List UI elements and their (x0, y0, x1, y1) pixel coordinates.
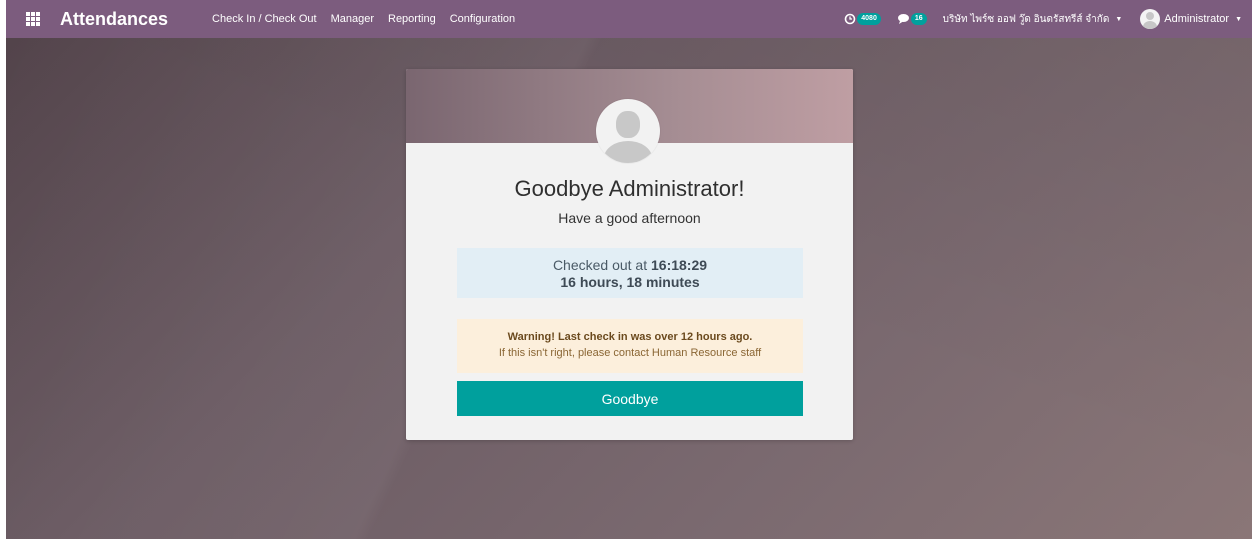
user-menu[interactable]: Administrator ▼ (1140, 9, 1242, 29)
warning-title: Warning! Last check in was over 12 hours… (507, 331, 753, 343)
attendance-app: Attendances Check In / Check Out Manager… (6, 0, 1252, 539)
menu-check-in-out[interactable]: Check In / Check Out (212, 13, 317, 25)
checkout-prefix: Checked out at (552, 257, 648, 273)
caret-down-icon: ▼ (1115, 15, 1123, 23)
greeting-subtitle: Have a good afternoon (558, 210, 701, 226)
activity-menu[interactable]: 4080 (844, 13, 881, 25)
menu-manager[interactable]: Manager (331, 13, 374, 25)
activity-count-badge: 4080 (857, 13, 881, 25)
menu-reporting[interactable]: Reporting (388, 13, 436, 25)
menu-configuration[interactable]: Configuration (450, 13, 515, 25)
chat-bubble-icon (897, 14, 909, 24)
company-switcher[interactable]: บริษัท ไพร์ซ ออฟ วู๊ด อินดรัสทรีส์ จำกัด… (943, 12, 1123, 27)
user-name: Administrator (1164, 13, 1230, 25)
warning-alert: Warning! Last check in was over 12 hours… (457, 319, 803, 373)
user-avatar-icon (1140, 9, 1161, 29)
warning-text: If this isn't right, please contact Huma… (498, 347, 762, 359)
greeting-title: Goodbye Administrator! (514, 176, 745, 201)
apps-grid-icon[interactable] (26, 12, 40, 26)
employee-avatar-icon (596, 99, 660, 163)
navbar-systray: 4080 16 บริษัท ไพร์ซ ออฟ วู๊ด อินดรัสทรี… (844, 0, 1252, 38)
checkout-info: Checked out at 16:18:29 16 hours, 18 min… (457, 248, 803, 298)
clock-activity-icon (844, 13, 856, 25)
messages-menu[interactable]: 16 (897, 13, 927, 25)
checkout-time-line: Checked out at 16:18:29 (457, 257, 803, 274)
checkout-time: 16:18:29 (651, 257, 708, 273)
message-count-badge: 16 (910, 13, 927, 25)
goodbye-button[interactable]: Goodbye (457, 381, 803, 416)
caret-down-icon: ▼ (1235, 15, 1242, 23)
top-navbar: Attendances Check In / Check Out Manager… (6, 0, 1252, 38)
greeting-card: Goodbye Administrator! Have a good after… (406, 69, 853, 440)
app-title[interactable]: Attendances (60, 9, 168, 30)
company-name: บริษัท ไพร์ซ ออฟ วู๊ด อินดรัสทรีส์ จำกัด (942, 13, 1110, 25)
worked-duration: 16 hours, 18 minutes (560, 274, 700, 290)
